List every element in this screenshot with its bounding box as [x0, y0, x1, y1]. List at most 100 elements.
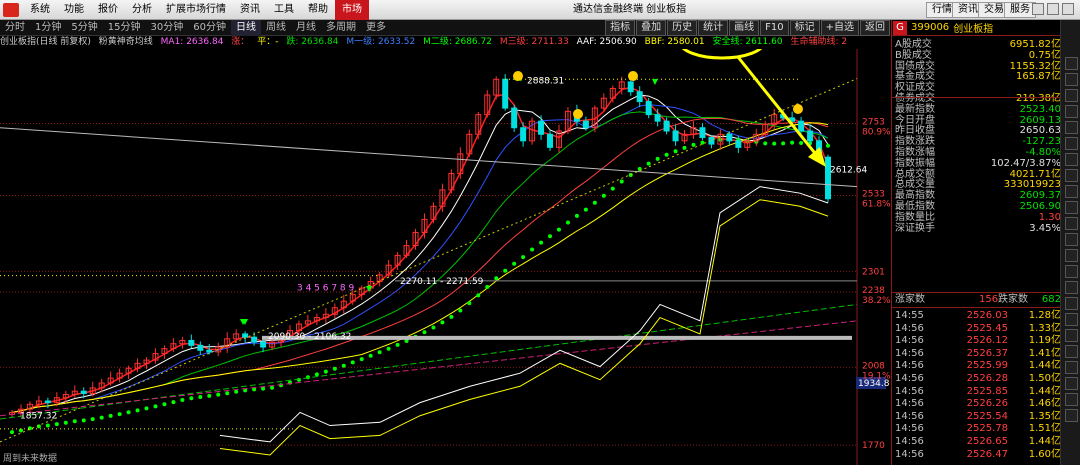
- candle: [582, 120, 589, 129]
- indicator-row: 创业板指(日线 前复权) 粉黄神奇均线 MA1: 2636.84 涨： 平：- …: [0, 36, 860, 49]
- price-axis-label: 2533: [862, 189, 885, 199]
- side-button[interactable]: [1065, 169, 1078, 182]
- safe-line-dot: [781, 141, 786, 146]
- price-axis-label: 19.1%: [862, 371, 890, 381]
- menu-extended-market[interactable]: 扩展市场行情: [159, 0, 233, 20]
- side-button[interactable]: [1065, 217, 1078, 230]
- overlay-button[interactable]: 叠加: [636, 20, 667, 36]
- side-button[interactable]: [1065, 297, 1078, 310]
- safe-line-dot: [216, 392, 221, 397]
- tick-volume: 1.28亿: [1028, 310, 1061, 321]
- menu-help[interactable]: 帮助: [301, 0, 335, 20]
- menu-quote[interactable]: 报价: [91, 0, 125, 20]
- side-button[interactable]: [1065, 377, 1078, 390]
- safe-line-dot: [180, 397, 185, 402]
- safe-line-dot: [386, 346, 391, 351]
- tick-volume: 1.19亿: [1028, 335, 1061, 347]
- menu-analysis[interactable]: 分析: [125, 0, 159, 20]
- side-button[interactable]: [1065, 409, 1078, 422]
- close-icon[interactable]: [1062, 3, 1074, 15]
- safe-line-dot: [592, 200, 597, 205]
- safe-line-dot: [162, 402, 167, 407]
- tick-volume: 1.44亿: [1028, 360, 1061, 372]
- side-button[interactable]: [1065, 137, 1078, 150]
- safe-line-dot: [646, 161, 651, 166]
- side-button[interactable]: [1065, 281, 1078, 294]
- menu-market[interactable]: 市场: [335, 0, 369, 20]
- side-button[interactable]: [1065, 393, 1078, 406]
- safe-line-dot: [45, 423, 50, 428]
- side-button[interactable]: [1065, 57, 1078, 70]
- period-tab[interactable]: 60分钟: [188, 20, 231, 36]
- tick-row: 14:56 2525.99 1.44亿: [895, 360, 1061, 372]
- safe-line-dot: [530, 247, 535, 252]
- period-tab[interactable]: 5分钟: [66, 20, 102, 36]
- safe-line-dot: [63, 420, 68, 425]
- maximize-icon[interactable]: [1047, 3, 1059, 15]
- price-axis-label: 1770: [862, 441, 885, 451]
- stats-button[interactable]: 统计: [698, 20, 729, 36]
- up-count: 156: [979, 294, 999, 305]
- menu-system[interactable]: 系统: [23, 0, 57, 20]
- kline-chart[interactable]: 2888.31 1857.32 2270.11 - 2271.59 2090.30 -…: [0, 49, 890, 465]
- side-button[interactable]: [1065, 361, 1078, 374]
- side-button[interactable]: [1065, 105, 1078, 118]
- app-logo: [3, 2, 19, 17]
- die-value: 跌: 2636.84: [286, 37, 339, 47]
- side-button[interactable]: [1065, 121, 1078, 134]
- safe-line-dot: [422, 330, 427, 335]
- back-button[interactable]: 返回: [860, 20, 890, 36]
- ping-label: 平：-: [257, 37, 279, 47]
- f10-button[interactable]: F10: [760, 20, 789, 36]
- side-button[interactable]: [1065, 89, 1078, 102]
- zhang-label: 涨：: [231, 37, 250, 47]
- period-tab-daily[interactable]: 日线: [230, 19, 261, 36]
- period-tab-more[interactable]: 更多: [361, 20, 391, 36]
- minimize-icon[interactable]: [1032, 3, 1044, 15]
- period-tab[interactable]: 15分钟: [103, 20, 146, 36]
- period-tab[interactable]: 周线: [261, 20, 291, 36]
- safe-line-dot: [601, 193, 606, 198]
- history-button[interactable]: 历史: [667, 20, 698, 36]
- tick-price: 2526.12: [966, 335, 1008, 347]
- period-tab[interactable]: 多周期: [321, 20, 361, 36]
- period-tab[interactable]: 30分钟: [145, 20, 188, 36]
- mark-button[interactable]: 标记: [789, 20, 820, 36]
- candle: [197, 344, 204, 351]
- menu-function[interactable]: 功能: [57, 0, 91, 20]
- period-tab[interactable]: 月线: [291, 20, 321, 36]
- menu-tools[interactable]: 工具: [267, 0, 301, 20]
- tick-time: 14:56: [895, 360, 924, 372]
- safe-line-dot: [763, 141, 768, 146]
- add-watchlist-button[interactable]: +自选: [820, 20, 859, 36]
- side-button[interactable]: [1065, 345, 1078, 358]
- side-button[interactable]: [1065, 73, 1078, 86]
- period-tab[interactable]: 分时: [0, 20, 30, 36]
- tick-time: 14:56: [895, 347, 924, 359]
- safe-line-dot: [691, 142, 696, 147]
- side-button[interactable]: [1065, 201, 1078, 214]
- period-tab[interactable]: 1分钟: [30, 20, 66, 36]
- candle: [547, 133, 554, 148]
- tick-time: 14:55: [895, 310, 924, 321]
- tick-time: 14:56: [895, 423, 924, 435]
- draw-button[interactable]: 画线: [729, 20, 760, 36]
- formula-name[interactable]: 粉黄神奇均线: [99, 37, 153, 47]
- price-axis-label: 2238: [862, 286, 885, 296]
- side-button[interactable]: [1065, 313, 1078, 326]
- zone-label: 2270.11 - 2271.59: [400, 277, 484, 287]
- indicator-button[interactable]: 指标: [605, 20, 636, 36]
- safe-line-dot: [512, 261, 517, 266]
- side-button[interactable]: [1065, 265, 1078, 278]
- side-button[interactable]: [1065, 185, 1078, 198]
- side-button[interactable]: [1065, 153, 1078, 166]
- chart-name: 创业板指(日线 前复权): [0, 37, 91, 47]
- side-button[interactable]: [1065, 329, 1078, 342]
- symbol-code: 399006: [911, 22, 950, 33]
- candle: [80, 390, 87, 394]
- side-button[interactable]: [1065, 233, 1078, 246]
- menu-info[interactable]: 资讯: [233, 0, 267, 20]
- side-button[interactable]: [1065, 249, 1078, 262]
- tick-row: 14:56 2526.47 1.60亿: [895, 449, 1061, 461]
- chart-toolbar: 指标 叠加 历史 统计 画线 F10 标记 +自选 返回: [604, 20, 890, 36]
